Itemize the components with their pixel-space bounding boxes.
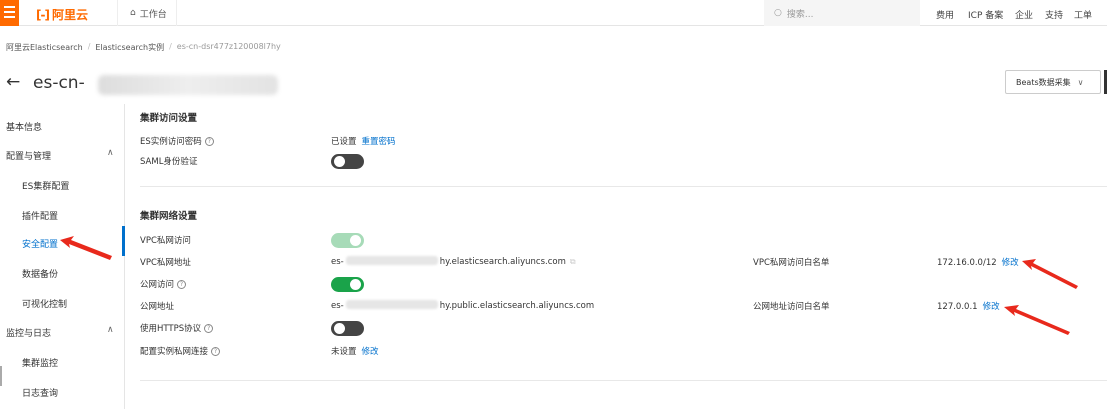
breadcrumb-current: es-cn-dsr477z120008l7hy: [176, 42, 281, 51]
private-link-value: 未设置 修改: [331, 345, 379, 357]
help-icon[interactable]: ?: [177, 280, 187, 289]
vpc-address-value: es-hy.elasticsearch.aliyuncs.com ⧉: [331, 256, 576, 267]
vpc-access-toggle: [331, 233, 364, 248]
sidebar-marker: [0, 366, 2, 386]
public-address-value: es-hy.public.elasticsearch.aliyuncs.com: [331, 300, 594, 311]
vpc-address-prefix: es-: [331, 257, 344, 267]
breadcrumb: 阿里云Elasticsearch / Elasticsearch实例 / es-…: [6, 42, 281, 53]
vpc-whitelist-label: VPC私网访问白名单: [753, 258, 830, 268]
public-whitelist-value: 127.0.0.1 修改: [937, 300, 1000, 312]
sidebar-item-basic-info[interactable]: 基本信息: [6, 120, 42, 133]
sidebar-group-config[interactable]: 配置与管理: [6, 149, 51, 162]
saml-label: SAML身份验证: [140, 157, 198, 167]
breadcrumb-separator: /: [169, 42, 172, 51]
help-icon[interactable]: ?: [204, 137, 214, 146]
public-whitelist-ip: 127.0.0.1: [937, 302, 978, 312]
https-label-text: 使用HTTPS协议: [140, 324, 202, 334]
sidebar-item-security-config[interactable]: 安全配置: [22, 237, 58, 250]
public-address-prefix: es-: [331, 301, 344, 311]
home-icon: ⌂: [130, 8, 136, 18]
reset-password-link[interactable]: 重置密码: [362, 137, 396, 147]
password-value: 已设置 重置密码: [331, 135, 396, 147]
breadcrumb-root[interactable]: 阿里云Elasticsearch: [6, 42, 83, 53]
search-icon: ○: [774, 8, 782, 18]
public-address-suffix: hy.public.elasticsearch.aliyuncs.com: [439, 301, 595, 311]
help-icon[interactable]: ?: [211, 347, 221, 356]
logo-mark: [-]: [36, 7, 50, 22]
sidebar-item-cluster-monitor[interactable]: 集群监控: [22, 356, 58, 369]
vpc-address-label: VPC私网地址: [140, 258, 191, 268]
redacted-address: [345, 300, 438, 309]
back-arrow-icon[interactable]: ←: [6, 72, 20, 92]
search-placeholder: 搜索...: [786, 9, 814, 20]
section-divider: [140, 186, 1107, 187]
workbench-button[interactable]: ⌂ 工作台: [117, 0, 177, 26]
https-label: 使用HTTPS协议?: [140, 322, 214, 334]
copy-icon[interactable]: ⧉: [570, 257, 576, 266]
aliyun-logo[interactable]: [-] 阿里云: [36, 6, 88, 23]
annotation-arrow-icon: [60, 236, 112, 260]
private-link-label-text: 配置实例私网连接: [140, 347, 209, 357]
sidebar-item-plugin-config[interactable]: 插件配置: [22, 209, 58, 222]
redacted-address: [345, 256, 438, 265]
annotation-arrow-icon: [1022, 259, 1078, 289]
chevron-down-icon: ∨: [1077, 77, 1084, 87]
active-indicator: [122, 226, 125, 256]
page-title: es-cn-: [33, 73, 85, 93]
public-whitelist-edit-link[interactable]: 修改: [983, 302, 1000, 312]
network-section-title: 集群网络设置: [140, 211, 198, 222]
password-status: 已设置: [331, 137, 357, 147]
nav-ticket[interactable]: 工单: [1074, 8, 1092, 21]
password-label: ES实例访问密码?: [140, 135, 214, 147]
vpc-whitelist-ip: 172.16.0.0/12: [937, 258, 997, 268]
sidebar-item-data-backup[interactable]: 数据备份: [22, 267, 58, 280]
password-label-text: ES实例访问密码: [140, 137, 202, 147]
vpc-whitelist-edit-link[interactable]: 修改: [1002, 258, 1019, 268]
access-section-title: 集群访问设置: [140, 113, 198, 124]
redacted-instance-id: [98, 75, 278, 95]
vpc-address-suffix: hy.elasticsearch.aliyuncs.com: [439, 257, 566, 267]
chevron-up-icon[interactable]: ∧: [107, 325, 114, 335]
private-link-status: 未设置: [331, 347, 357, 357]
nav-billing[interactable]: 费用: [936, 8, 954, 21]
section-divider: [140, 380, 1107, 381]
breadcrumb-separator: /: [87, 42, 91, 51]
sidebar-group-monitoring[interactable]: 监控与日志: [6, 326, 51, 339]
sidebar-item-log-query[interactable]: 日志查询: [22, 386, 58, 399]
menu-icon[interactable]: [0, 0, 19, 26]
private-link-label: 配置实例私网连接?: [140, 345, 221, 357]
beats-dropdown-button[interactable]: Beats数据采集 ∨: [1005, 70, 1101, 94]
public-address-label: 公网地址: [140, 302, 175, 312]
nav-enterprise[interactable]: 企业: [1015, 8, 1033, 21]
beats-label: Beats数据采集: [1016, 77, 1071, 87]
nav-support[interactable]: 支持: [1045, 8, 1063, 21]
saml-toggle[interactable]: [331, 154, 364, 169]
workbench-label: 工作台: [139, 9, 167, 20]
https-toggle[interactable]: [331, 321, 364, 336]
help-icon[interactable]: ?: [204, 324, 214, 333]
vpc-whitelist-value: 172.16.0.0/12 修改: [937, 256, 1019, 268]
chevron-up-icon[interactable]: ∧: [107, 148, 114, 158]
vpc-access-label: VPC私网访问: [140, 236, 191, 246]
annotation-arrow-icon: [1004, 305, 1070, 335]
nav-icp[interactable]: ICP 备案: [968, 8, 1003, 21]
public-access-toggle[interactable]: [331, 277, 364, 292]
public-access-label-text: 公网访问: [140, 280, 175, 290]
logo-text: 阿里云: [51, 8, 88, 22]
sidebar-item-es-cluster-config[interactable]: ES集群配置: [22, 179, 69, 192]
top-bar: [-] 阿里云 ⌂ 工作台 ○ 搜索... 费用 ICP 备案 企业 支持 工单: [0, 0, 1107, 26]
public-whitelist-label: 公网地址访问白名单: [753, 302, 830, 312]
breadcrumb-instances[interactable]: Elasticsearch实例: [95, 42, 164, 53]
search-input[interactable]: ○ 搜索...: [764, 0, 920, 26]
public-access-label: 公网访问?: [140, 278, 187, 290]
private-link-edit-link[interactable]: 修改: [362, 347, 379, 357]
sidebar-item-visual-control[interactable]: 可视化控制: [22, 297, 67, 310]
